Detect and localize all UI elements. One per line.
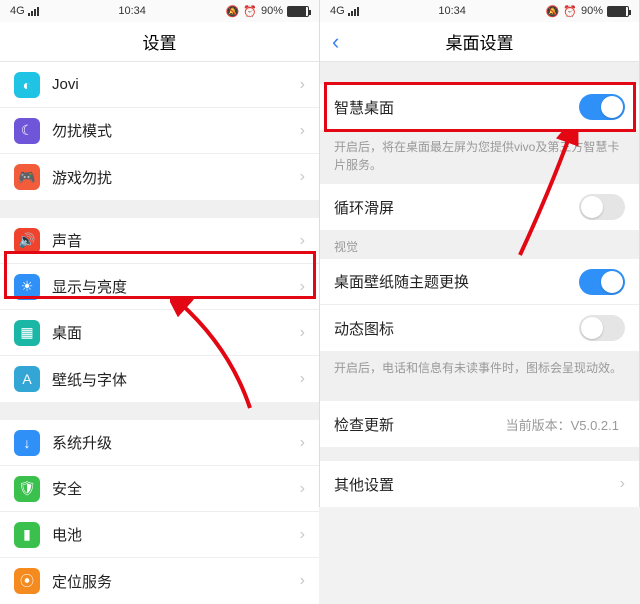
- row-check-update[interactable]: 检查更新 当前版本：V5.0.2.1: [320, 401, 639, 447]
- brightness-icon: ☀: [14, 274, 40, 300]
- update-icon: ↓: [14, 430, 40, 456]
- row-sound[interactable]: 🔊 声音 ›: [0, 218, 319, 264]
- page-title: 设置: [143, 29, 177, 54]
- row-location[interactable]: ⦿ 定位服务 ›: [0, 558, 319, 604]
- chevron-right-icon: ›: [300, 572, 305, 590]
- chevron-right-icon: ›: [300, 370, 305, 388]
- chevron-right-icon: ›: [300, 122, 305, 140]
- row-game-dnd[interactable]: 🎮 游戏勿扰 ›: [0, 154, 319, 200]
- chevron-right-icon: ›: [300, 168, 305, 186]
- left-phone-settings: 4G 10:34 🔕 ⏰ 90% 设置 ◐ Jovi › ☾ 勿扰模式 › 🎮 …: [0, 0, 320, 507]
- battery-icon: [287, 6, 309, 17]
- row-security[interactable]: 🛡 安全 ›: [0, 466, 319, 512]
- toggle-smart-desktop[interactable]: [579, 94, 625, 120]
- desktop-icon: ▦: [14, 320, 40, 346]
- jovi-icon: ◐: [14, 72, 40, 98]
- network-label: 4G: [330, 5, 345, 17]
- right-phone-desktop-settings: 4G 10:34 🔕 ⏰ 90% ‹ 桌面设置 智慧桌面 开启后，将在桌面最左屏…: [320, 0, 640, 507]
- row-jovi[interactable]: ◐ Jovi ›: [0, 62, 319, 108]
- row-wallpaper[interactable]: A 壁纸与字体 ›: [0, 356, 319, 402]
- section-vision: 视觉: [320, 230, 639, 259]
- gamepad-icon: 🎮: [14, 164, 40, 190]
- battery-icon: [607, 6, 629, 17]
- moon-icon: ☾: [14, 118, 40, 144]
- toggle-loop-scroll[interactable]: [579, 194, 625, 220]
- chevron-right-icon: ›: [300, 480, 305, 498]
- alarm-icon: ⏰: [243, 5, 257, 18]
- toggle-wallpaper-theme[interactable]: [579, 269, 625, 295]
- row-other-settings[interactable]: 其他设置 ›: [320, 461, 639, 507]
- shield-icon: 🛡: [14, 476, 40, 502]
- mute-icon: 🔕: [546, 5, 560, 18]
- location-icon: ⦿: [14, 568, 40, 594]
- back-button[interactable]: ‹: [332, 29, 339, 55]
- battery-pct: 90%: [261, 5, 283, 17]
- chevron-right-icon: ›: [300, 526, 305, 544]
- chevron-right-icon: ›: [620, 475, 625, 493]
- smart-desktop-desc: 开启后，将在桌面最左屏为您提供vivo及第三方智慧卡片服务。: [320, 130, 639, 184]
- network-label: 4G: [10, 5, 25, 17]
- battery-row-icon: ▮: [14, 522, 40, 548]
- chevron-right-icon: ›: [300, 232, 305, 250]
- speaker-icon: 🔊: [14, 228, 40, 254]
- row-wallpaper-theme[interactable]: 桌面壁纸随主题更换: [320, 259, 639, 305]
- nav-bar: 设置: [0, 22, 319, 62]
- signal-icon: [348, 6, 359, 16]
- chevron-right-icon: ›: [300, 278, 305, 296]
- clock: 10:34: [118, 5, 146, 17]
- row-battery[interactable]: ▮ 电池 ›: [0, 512, 319, 558]
- alarm-icon: ⏰: [563, 5, 577, 18]
- page-title: 桌面设置: [446, 29, 514, 54]
- dynamic-icon-desc: 开启后，电话和信息有未读事件时，图标会呈现动效。: [320, 351, 639, 387]
- chevron-right-icon: ›: [300, 434, 305, 452]
- font-icon: A: [14, 366, 40, 392]
- mute-icon: 🔕: [226, 5, 240, 18]
- clock: 10:34: [438, 5, 466, 17]
- status-bar: 4G 10:34 🔕 ⏰ 90%: [320, 0, 639, 22]
- row-smart-desktop[interactable]: 智慧桌面: [320, 84, 639, 130]
- toggle-dynamic-icon[interactable]: [579, 315, 625, 341]
- row-desktop[interactable]: ▦ 桌面 ›: [0, 310, 319, 356]
- row-dynamic-icon[interactable]: 动态图标: [320, 305, 639, 351]
- battery-pct: 90%: [581, 5, 603, 17]
- row-update[interactable]: ↓ 系统升级 ›: [0, 420, 319, 466]
- row-loop-scroll[interactable]: 循环滑屏: [320, 184, 639, 230]
- chevron-right-icon: ›: [300, 76, 305, 94]
- version-label: 当前版本：V5.0.2.1: [506, 415, 619, 434]
- signal-icon: [28, 6, 39, 16]
- chevron-right-icon: ›: [300, 324, 305, 342]
- nav-bar: ‹ 桌面设置: [320, 22, 639, 62]
- row-display[interactable]: ☀ 显示与亮度 ›: [0, 264, 319, 310]
- row-dnd[interactable]: ☾ 勿扰模式 ›: [0, 108, 319, 154]
- status-bar: 4G 10:34 🔕 ⏰ 90%: [0, 0, 319, 22]
